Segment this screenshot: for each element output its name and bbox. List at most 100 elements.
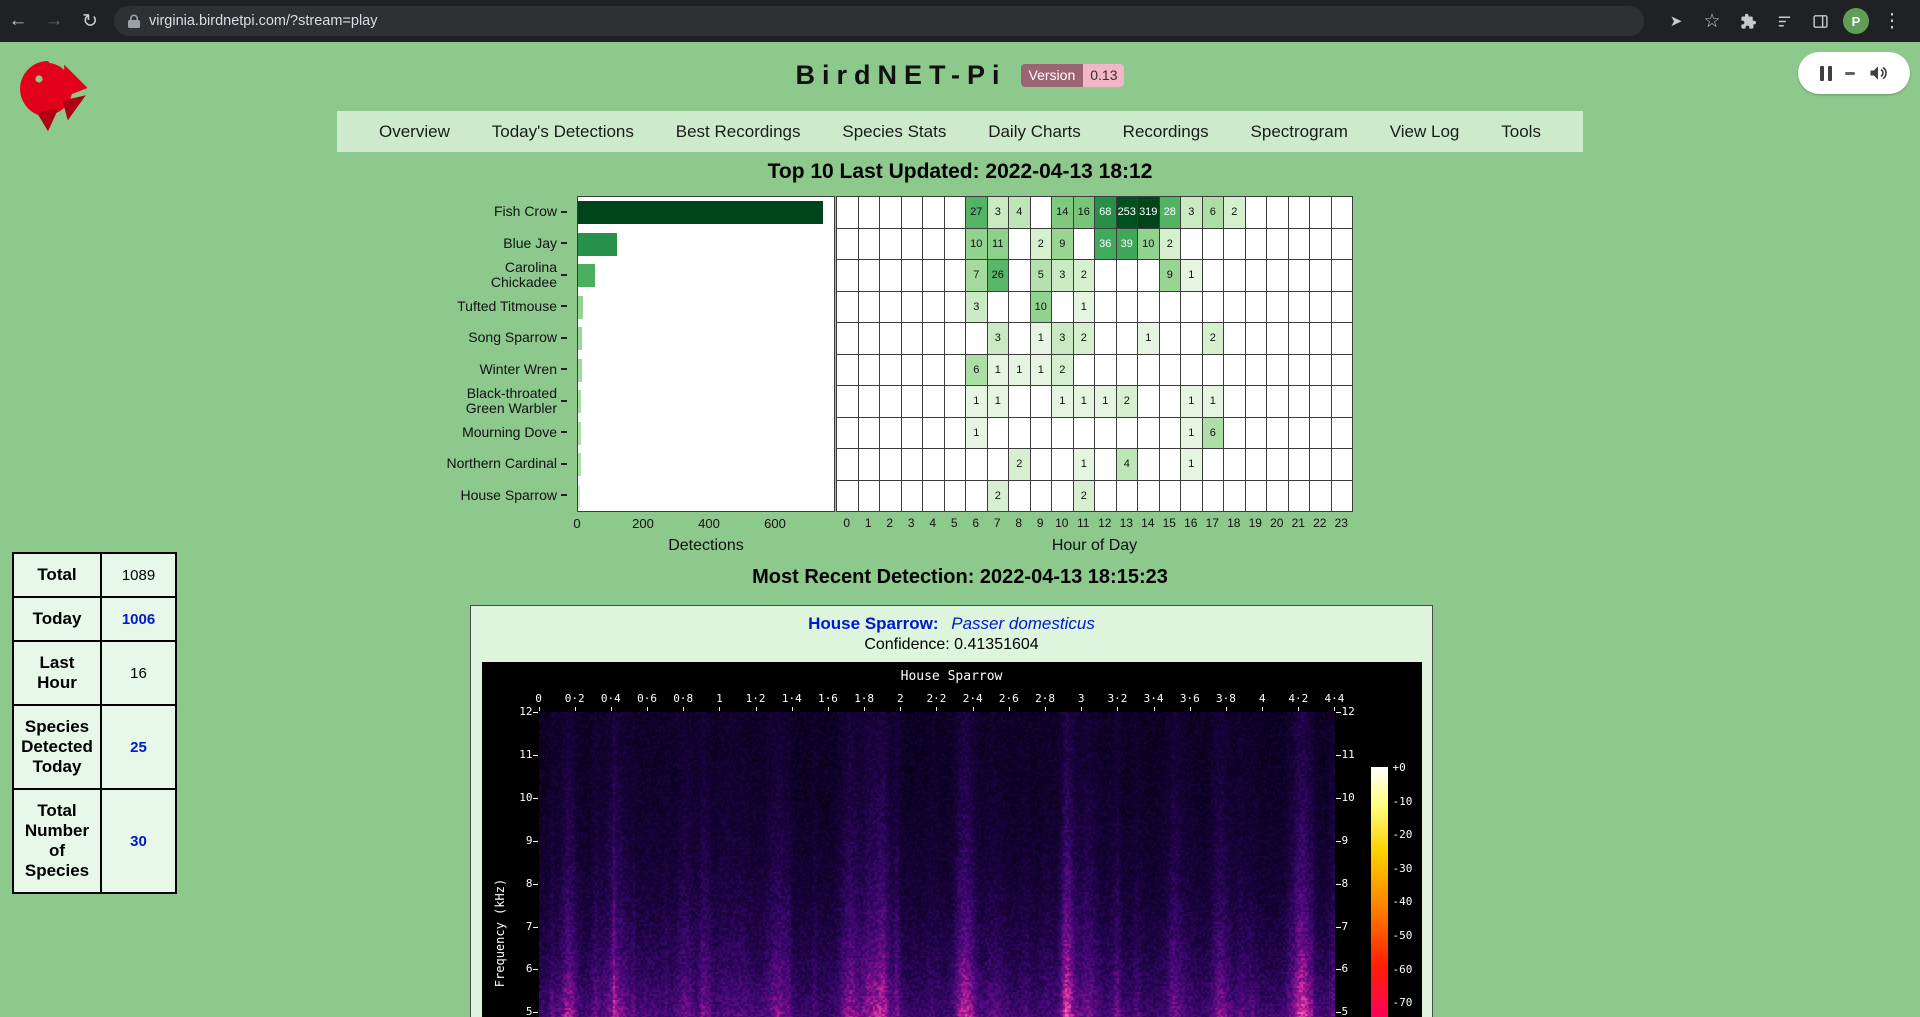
heatmap-cell [880, 197, 902, 229]
spectrogram-xtick: 1·6 [818, 692, 838, 705]
colorbar-tick: -60 [1393, 963, 1413, 976]
heatmap-cell [1181, 481, 1203, 513]
nav-item-best-recordings[interactable]: Best Recordings [676, 122, 801, 142]
spectrogram-xtick: 0·2 [565, 692, 585, 705]
heatmap-cell [1289, 292, 1311, 324]
heatmap-cell: 10 [1031, 292, 1053, 324]
extensions-puzzle-icon[interactable] [1730, 3, 1766, 39]
heatmap-cell [859, 481, 881, 513]
reading-list-icon[interactable] [1766, 3, 1802, 39]
spectrogram-title: House Sparrow [482, 669, 1422, 684]
detection-species-link[interactable]: House Sparrow: [808, 614, 938, 633]
species-label: Mourning Dove [437, 417, 567, 449]
hour-axis-tick: 17 [1202, 516, 1224, 530]
side-panel-icon[interactable] [1802, 3, 1838, 39]
spectrogram-xtick: 4·2 [1288, 692, 1308, 705]
heatmap-cell: 4 [1117, 449, 1139, 481]
heatmap-cell [859, 355, 881, 387]
forward-button[interactable]: → [36, 3, 72, 39]
heatmap-cell [1031, 449, 1053, 481]
hour-axis-tick: 1 [858, 516, 880, 530]
detection-scientific-name[interactable]: Passer domesticus [951, 614, 1095, 633]
heatmap-cell [1009, 386, 1031, 418]
nav-item-tools[interactable]: Tools [1501, 122, 1541, 142]
heatmap-cell [1246, 292, 1268, 324]
heatmap-cell [1095, 292, 1117, 324]
heatmap-cell: 9 [1052, 229, 1074, 261]
heatmap-cell [1160, 386, 1182, 418]
send-icon[interactable]: ➤ [1658, 3, 1694, 39]
reload-button[interactable]: ↻ [72, 3, 108, 39]
nav-item-today-s-detections[interactable]: Today's Detections [492, 122, 634, 142]
heatmap-cell [859, 260, 881, 292]
heatmap-cell [1267, 481, 1289, 513]
heatmap-cell [837, 481, 859, 513]
colorbar-tick: -30 [1393, 862, 1413, 875]
heatmap-cell: 1 [1074, 292, 1096, 324]
detections-axis-tick: 600 [764, 516, 786, 531]
heatmap-cell: 1 [1031, 355, 1053, 387]
heatmap-cell [1267, 292, 1289, 324]
volume-button[interactable] [1868, 63, 1888, 83]
heatmap-cell [1031, 386, 1053, 418]
back-button[interactable]: ← [0, 3, 36, 39]
nav-item-recordings[interactable]: Recordings [1123, 122, 1209, 142]
colorbar-tick: -50 [1393, 929, 1413, 942]
heatmap-cell [880, 229, 902, 261]
heatmap-cell [1289, 229, 1311, 261]
stat-value[interactable]: 30 [101, 789, 176, 893]
stats-row: Species Detected Today25 [13, 705, 176, 789]
audio-player [1798, 52, 1910, 94]
hour-axis-label: Hour of Day [836, 537, 1353, 555]
nav-item-overview[interactable]: Overview [379, 122, 450, 142]
version-value: 0.13 [1083, 64, 1124, 87]
stat-value[interactable]: 1006 [101, 597, 176, 641]
heatmap-cell [837, 292, 859, 324]
heatmap-cell [1332, 323, 1354, 355]
heatmap-cell: 10 [966, 229, 988, 261]
species-label: House Sparrow [437, 480, 567, 512]
stat-label: Species Detected Today [13, 705, 101, 789]
nav-item-species-stats[interactable]: Species Stats [842, 122, 946, 142]
heatmap-cell: 36 [1095, 229, 1117, 261]
heatmap-cell [945, 260, 967, 292]
hour-axis-tick: 11 [1073, 516, 1095, 530]
heatmap-cell [880, 449, 902, 481]
spectrogram-xtick: 1 [716, 692, 723, 705]
heatmap-cell [902, 260, 924, 292]
heatmap-cell [880, 292, 902, 324]
heatmap-cell [1203, 260, 1225, 292]
heatmap-cell [880, 481, 902, 513]
colorbar-tick: -40 [1393, 895, 1413, 908]
profile-avatar[interactable]: P [1838, 3, 1874, 39]
menu-dots-icon[interactable]: ⋮ [1874, 3, 1910, 39]
nav-item-view-log[interactable]: View Log [1390, 122, 1460, 142]
heatmap-cell: 5 [1031, 260, 1053, 292]
detections-bar [578, 390, 581, 413]
detections-axis-tick: 0 [573, 516, 580, 531]
stat-value[interactable]: 25 [101, 705, 176, 789]
heatmap-cell: 68 [1095, 197, 1117, 229]
heatmap-cell [1117, 292, 1139, 324]
colorbar-tick: -10 [1393, 795, 1413, 808]
heatmap-cell [988, 418, 1010, 450]
heatmap-cell [923, 292, 945, 324]
spectrogram-xtick: 3·6 [1180, 692, 1200, 705]
spectrogram-ytick-right: 6 [1342, 962, 1349, 975]
species-label: Fish Crow [437, 196, 567, 228]
seek-dash [1845, 72, 1855, 75]
heatmap-cell [902, 229, 924, 261]
stat-label: Last Hour [13, 641, 101, 705]
spectrogram-xtick: 3 [1078, 692, 1085, 705]
hour-axis-tick: 7 [987, 516, 1009, 530]
heatmap-cell [1310, 229, 1332, 261]
nav-item-spectrogram[interactable]: Spectrogram [1251, 122, 1348, 142]
pause-button[interactable] [1820, 66, 1832, 81]
nav-item-daily-charts[interactable]: Daily Charts [988, 122, 1081, 142]
bookmark-star-icon[interactable]: ☆ [1694, 3, 1730, 39]
heatmap-cell [1310, 292, 1332, 324]
heatmap-cell [837, 323, 859, 355]
heatmap-cell [1224, 323, 1246, 355]
heatmap-cell [859, 418, 881, 450]
address-bar[interactable]: virginia.birdnetpi.com/?stream=play [114, 6, 1644, 36]
